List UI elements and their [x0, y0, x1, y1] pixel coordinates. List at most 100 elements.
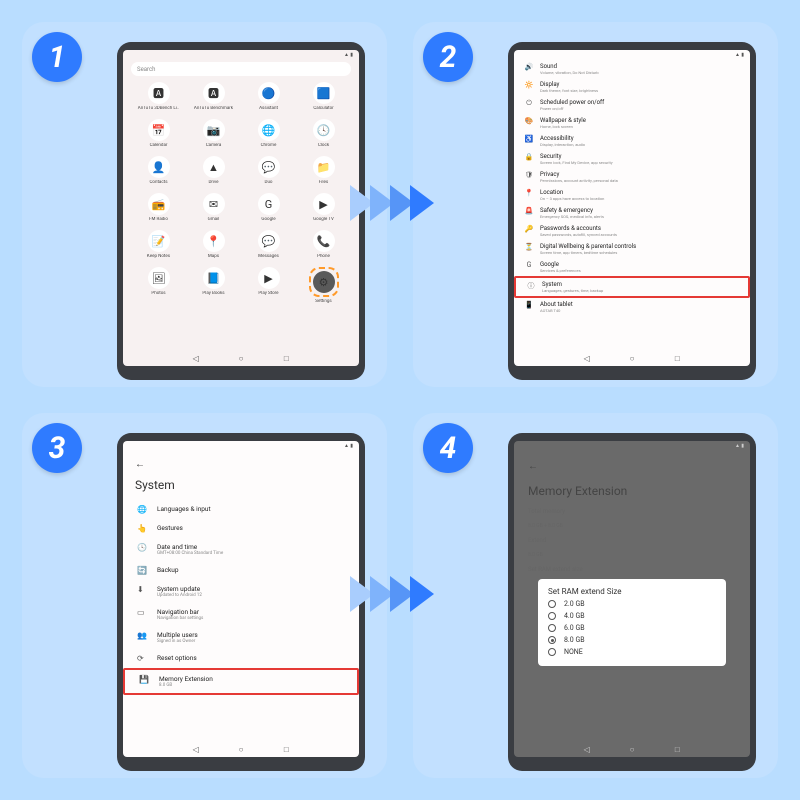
ram-option-6-0-gb[interactable]: 6.0 GB	[548, 624, 716, 632]
system-item-gestures[interactable]: 👆Gestures	[123, 519, 359, 538]
app-photos[interactable]: 🖼Photos	[138, 267, 180, 304]
ram-option-8-0-gb[interactable]: 8.0 GB	[548, 636, 716, 644]
system-title: Date and time	[157, 543, 223, 551]
app-settings[interactable]: ⚙Settings	[303, 267, 345, 304]
home-nav[interactable]: ○	[627, 354, 637, 363]
settings-item-display[interactable]: 🔆DisplayDark theme, font size, brightnes…	[514, 78, 750, 96]
settings-item-accessibility[interactable]: ♿AccessibilityDisplay, interaction, audi…	[514, 132, 750, 150]
recent-nav[interactable]: □	[281, 745, 291, 754]
tablet-frame-1: ▲ ▮ Search 🅰AnTuTu 3DBench Li..🅰AnTuTu B…	[117, 42, 365, 380]
ram-extend-header: Set RAM extend size	[514, 562, 750, 577]
settings-item-digital-wellbeing-parental-controls[interactable]: ⏳Digital Wellbeing & parental controlsSc…	[514, 240, 750, 258]
settings-item-passwords-accounts[interactable]: 🔑Passwords & accountsSaved passwords, au…	[514, 222, 750, 240]
app-icon: 🕓	[313, 119, 335, 141]
system-subtitle: Updated to Android 12	[157, 593, 202, 598]
system-item-multiple-users[interactable]: 👥Multiple usersSigned in as Owner	[123, 626, 359, 649]
settings-item-location[interactable]: 📍LocationOn – 3 apps have access to loca…	[514, 186, 750, 204]
back-nav[interactable]: ◁	[582, 745, 592, 754]
nav-bar: ◁ ○ □	[514, 745, 750, 754]
app-label: Settings	[302, 299, 346, 304]
radio-label: NONE	[564, 648, 583, 656]
settings-item-scheduled-power-on-off[interactable]: ⏻Scheduled power on/offPower on/off	[514, 96, 750, 114]
app-icon: 📷	[203, 119, 225, 141]
settings-item-safety-emergency[interactable]: 🚨Safety & emergencyEmergency SOS, medica…	[514, 204, 750, 222]
app-files[interactable]: 📁Files	[303, 156, 345, 185]
system-item-memory-extension[interactable]: 💾Memory Extension8.0 GB	[123, 668, 359, 695]
recent-nav[interactable]: □	[672, 354, 682, 363]
setting-subtitle: Services & preferences	[540, 268, 581, 273]
setting-subtitle: Volume, vibration, Do Not Disturb	[540, 70, 599, 75]
system-item-languages-input[interactable]: 🌐Languages & input	[123, 500, 359, 519]
app-play-books[interactable]: 📘Play Books	[193, 267, 235, 304]
app-chrome[interactable]: 🌐Chrome	[248, 119, 290, 148]
settings-item-privacy[interactable]: 🛡PrivacyPermissions, account activity, p…	[514, 168, 750, 186]
back-nav[interactable]: ◁	[582, 354, 592, 363]
app-gmail[interactable]: ✉Gmail	[193, 193, 235, 222]
app-keep-notes[interactable]: 📝Keep Notes	[138, 230, 180, 259]
ram-option-4-0-gb[interactable]: 4.0 GB	[548, 612, 716, 620]
settings-item-security[interactable]: 🔒SecurityScreen lock, Find My Device, ap…	[514, 150, 750, 168]
recent-nav[interactable]: □	[281, 354, 291, 363]
home-nav[interactable]: ○	[236, 354, 246, 363]
tablet-frame-3: ▲ ▮ ← System 🌐Languages & input👆Gestures…	[117, 433, 365, 771]
settings-item-about-tablet[interactable]: 📱About tabletAOTAB T40	[514, 298, 750, 316]
app-messages[interactable]: 💬Messages	[248, 230, 290, 259]
app-antutu-benchmark[interactable]: 🅰AnTuTu Benchmark	[193, 82, 235, 111]
app-icon: ▶	[313, 193, 335, 215]
system-title: Reset options	[157, 654, 197, 662]
app-label: Drive	[192, 180, 236, 185]
app-icon: 💬	[258, 156, 280, 178]
app-phone[interactable]: 📞Phone	[303, 230, 345, 259]
app-label: Play Store	[247, 291, 291, 296]
system-item-date-and-time[interactable]: 🕓Date and timeGMT+08:00 China Standard T…	[123, 538, 359, 561]
setting-icon: G	[524, 261, 534, 269]
system-item-backup[interactable]: 🔄Backup	[123, 561, 359, 580]
app-calendar[interactable]: 📅Calendar	[138, 119, 180, 148]
system-item-navigation-bar[interactable]: ▭Navigation barNavigation bar settings	[123, 603, 359, 626]
app-icon: 🟦	[313, 82, 335, 104]
system-item-reset-options[interactable]: ⟳Reset options	[123, 649, 359, 668]
home-nav[interactable]: ○	[236, 745, 246, 754]
settings-item-google[interactable]: GGoogleServices & preferences	[514, 258, 750, 276]
app-clock[interactable]: 🕓Clock	[303, 119, 345, 148]
settings-item-system[interactable]: ⓘSystemLanguages, gestures, time, backup	[514, 276, 750, 298]
app-google-tv[interactable]: ▶Google TV	[303, 193, 345, 222]
home-nav[interactable]: ○	[627, 745, 637, 754]
ram-option-2-0-gb[interactable]: 2.0 GB	[548, 600, 716, 608]
setting-subtitle: Screen time, app timers, bedtime schedul…	[540, 250, 636, 255]
app-camera[interactable]: 📷 Camera	[193, 119, 235, 148]
recent-nav[interactable]: □	[672, 745, 682, 754]
radio-icon	[548, 600, 556, 608]
app-icon: ✉	[203, 193, 225, 215]
screen-system: ▲ ▮ ← System 🌐Languages & input👆Gestures…	[123, 441, 359, 757]
app-label: Camera	[192, 143, 236, 148]
app-assistant[interactable]: 🔵Assistant	[248, 82, 290, 111]
setting-title: Sound	[540, 63, 599, 70]
back-icon[interactable]: ←	[528, 461, 538, 472]
app-fm-radio[interactable]: 📻FM Radio	[138, 193, 180, 222]
app-contacts[interactable]: 👤Contacts	[138, 156, 180, 185]
back-icon[interactable]: ←	[135, 459, 145, 470]
app-label: AnTuTu Benchmark	[192, 106, 236, 111]
back-nav[interactable]: ◁	[191, 354, 201, 363]
app-label: Files	[302, 180, 346, 185]
app-calculator[interactable]: 🟦Calculator	[303, 82, 345, 111]
ram-option-none[interactable]: NONE	[548, 648, 716, 656]
back-nav[interactable]: ◁	[191, 745, 201, 754]
app-antutu-3dbench-li-[interactable]: 🅰AnTuTu 3DBench Li..	[138, 82, 180, 111]
settings-item-sound[interactable]: 🔊SoundVolume, vibration, Do Not Disturb	[514, 60, 750, 78]
app-google[interactable]: GGoogle	[248, 193, 290, 222]
setting-title: Wallpaper & style	[540, 117, 586, 124]
settings-item-wallpaper-style[interactable]: 🎨Wallpaper & styleHome, lock screen	[514, 114, 750, 132]
app-icon: 👤	[148, 156, 170, 178]
app-duo[interactable]: 💬Duo	[248, 156, 290, 185]
step-panel-4: 4 ▲ ▮ ← Memory Extension Total memory 8.…	[413, 413, 778, 778]
setting-subtitle: Emergency SOS, medical info, alerts	[540, 214, 604, 219]
app-icon: 📻	[148, 193, 170, 215]
system-icon: 🔄	[137, 566, 147, 575]
app-play-store[interactable]: ▶Play Store	[248, 267, 290, 304]
search-input[interactable]: Search	[131, 62, 351, 76]
app-maps[interactable]: 📍Maps	[193, 230, 235, 259]
system-item-system-update[interactable]: ⬇System updateUpdated to Android 12	[123, 580, 359, 603]
app-drive[interactable]: ▲Drive	[193, 156, 235, 185]
